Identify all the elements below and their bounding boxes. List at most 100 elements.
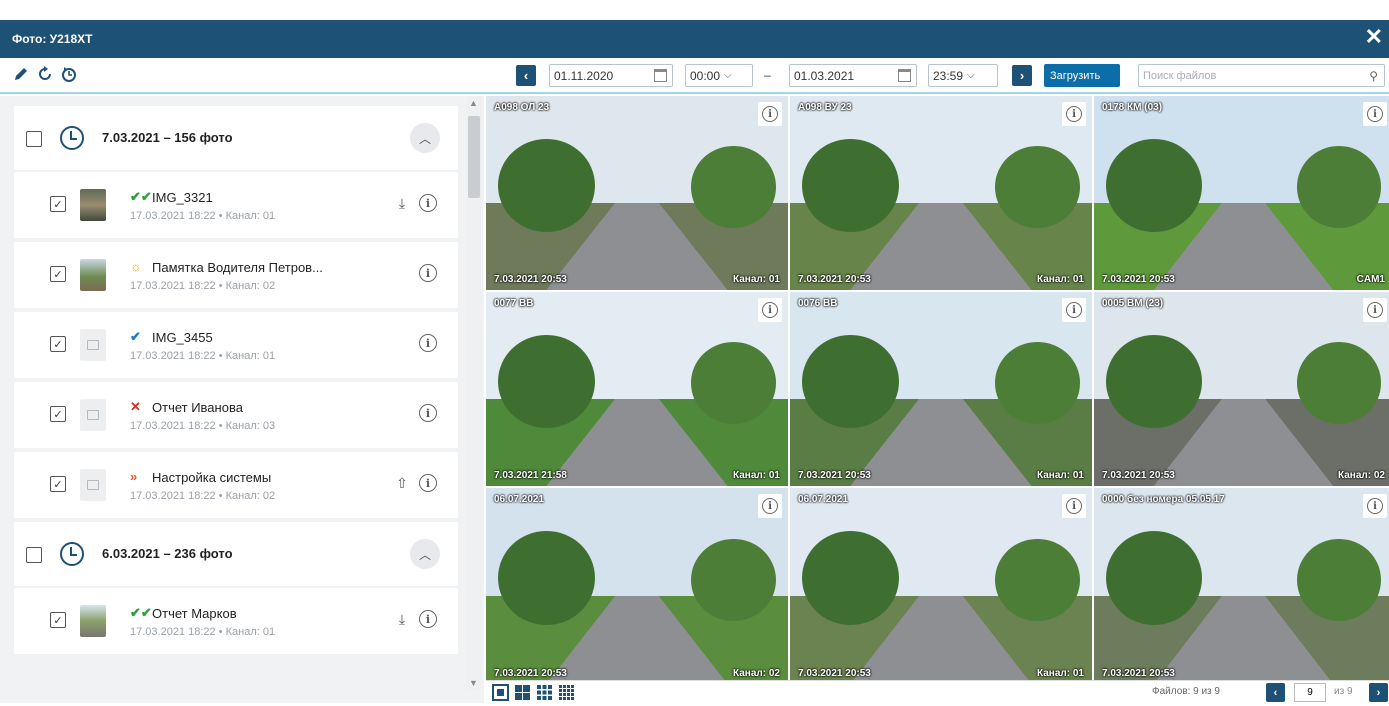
next-period-button[interactable]: › — [1012, 65, 1032, 86]
item-checkbox[interactable]: ✓ — [50, 406, 66, 422]
group-header: 7.03.2021 – 156 фото ︿ — [14, 106, 458, 170]
layout-3x3-icon[interactable] — [536, 684, 553, 701]
item-checkbox[interactable]: ✓ — [50, 196, 66, 212]
info-icon[interactable]: i — [418, 193, 438, 213]
file-meta: 17.03.2021 18:22 • Канал: 01 — [130, 210, 276, 222]
photo-trees — [995, 146, 1080, 228]
thumbnail-image[interactable] — [80, 259, 106, 291]
photo-plate-caption: 0005 ВМ (23) — [1102, 298, 1164, 309]
info-icon[interactable]: i — [418, 263, 438, 283]
forward-status-icon: » — [130, 469, 138, 484]
photo-tile[interactable]: 0005 ВМ (23) 7.03.2021 20:53 Канал: 02 i — [1094, 292, 1389, 486]
download-icon[interactable]: ⤓ — [392, 193, 412, 213]
prev-period-button[interactable]: ‹ — [516, 65, 536, 86]
file-name[interactable]: Настройка системы — [152, 470, 271, 485]
group-checkbox[interactable] — [26, 547, 42, 563]
calendar-icon[interactable] — [654, 69, 667, 82]
search-input[interactable]: Поиск файлов ⚲ — [1138, 64, 1385, 87]
item-checkbox[interactable]: ✓ — [50, 336, 66, 352]
info-icon[interactable]: i — [1363, 494, 1387, 518]
photo-trees — [691, 538, 776, 622]
layout-4x4-icon[interactable] — [558, 684, 575, 701]
photo-channel-caption: CAM1 — [1356, 274, 1385, 285]
photo-time-caption: 7.03.2021 21:58 — [494, 470, 567, 481]
photo-plate-caption: А098 ОЛ 23 — [494, 102, 550, 113]
info-icon[interactable]: i — [1363, 298, 1387, 322]
file-name[interactable]: IMG_3455 — [152, 330, 213, 345]
file-name[interactable]: IMG_3321 — [152, 190, 213, 205]
photo-trees — [498, 138, 595, 232]
photo-trees — [995, 538, 1080, 622]
group-checkbox[interactable] — [26, 131, 42, 147]
photo-plate-caption: 06.07.2021 — [494, 494, 545, 505]
time-from-select[interactable]: 00:00 ⌵ — [685, 64, 753, 87]
photo-trees — [498, 531, 595, 626]
thumbnail-image[interactable] — [80, 329, 106, 361]
search-icon[interactable]: ⚲ — [1369, 69, 1378, 83]
info-icon[interactable]: i — [758, 102, 782, 126]
info-icon[interactable]: i — [1062, 494, 1086, 518]
calendar-icon[interactable] — [898, 69, 911, 82]
next-page-button[interactable]: › — [1369, 683, 1388, 702]
photo-tile[interactable]: А098 ОЛ 23 7.03.2021 20:53 Канал: 01 i — [486, 96, 788, 290]
file-list-item[interactable]: ✓ ☼ Памятка Водителя Петров... 17.03.2021 1… — [14, 242, 458, 308]
photo-tile[interactable]: 06.07.2021 7.03.2021 20:53 Канал: 01 i — [790, 488, 1092, 684]
info-icon[interactable]: i — [1363, 102, 1387, 126]
file-list-item[interactable]: ✓ ✕ Отчет Иванова 17.03.2021 18:22 • Канал:… — [14, 382, 458, 448]
photo-time-caption: 7.03.2021 20:53 — [494, 668, 567, 679]
info-icon[interactable]: i — [1062, 298, 1086, 322]
close-icon[interactable]: ✕ — [1365, 26, 1383, 48]
rotate-icon[interactable] — [36, 65, 54, 83]
collapse-button[interactable]: ︿ — [410, 123, 440, 153]
time-to-value: 23:59 — [933, 68, 964, 83]
prev-page-button[interactable]: ‹ — [1266, 683, 1285, 702]
download-icon[interactable]: ⤓ — [392, 609, 412, 629]
thumbnail-image[interactable] — [80, 469, 106, 501]
file-list-scrollbar[interactable]: ▲ ▼ — [466, 96, 482, 690]
date-from-field[interactable]: 01.11.2020 — [549, 64, 673, 87]
layout-1x1-icon[interactable] — [492, 684, 509, 701]
thumbnail-image[interactable] — [80, 605, 106, 637]
file-list-item[interactable]: ✓ » Настройка системы 17.03.2021 18:22 • Ка… — [14, 452, 458, 518]
scroll-up-icon[interactable]: ▲ — [469, 98, 478, 108]
cloud-upload-icon[interactable]: ⇧ — [392, 473, 412, 493]
pencil-icon[interactable] — [12, 65, 30, 83]
info-icon[interactable]: i — [418, 473, 438, 493]
info-icon[interactable]: i — [418, 403, 438, 423]
thumbnail-image[interactable] — [80, 189, 106, 221]
time-to-select[interactable]: 23:59 ⌵ — [928, 64, 998, 87]
collapse-button[interactable]: ︿ — [410, 539, 440, 569]
file-list-item[interactable]: ✓ ✔✔ Отчет Марков 17.03.2021 18:22 • Канал:… — [14, 588, 458, 654]
chevron-down-icon: ⌵ — [967, 70, 975, 81]
file-list-item[interactable]: ✓ ✔✔ IMG_3321 17.03.2021 18:22 • Канал: 01 i… — [14, 172, 458, 238]
info-icon[interactable]: i — [418, 609, 438, 629]
info-icon[interactable]: i — [1062, 102, 1086, 126]
item-checkbox[interactable]: ✓ — [50, 266, 66, 282]
file-list-item[interactable]: ✓ ✔ IMG_3455 17.03.2021 18:22 • Канал: 01 i — [14, 312, 458, 378]
photo-tile[interactable]: А098 ВУ 23 7.03.2021 20:53 Канал: 01 i — [790, 96, 1092, 290]
item-checkbox[interactable]: ✓ — [50, 476, 66, 492]
upload-button[interactable]: Загрузить — [1044, 64, 1120, 87]
file-name[interactable]: Памятка Водителя Петров... — [152, 260, 323, 275]
info-icon[interactable]: i — [418, 333, 438, 353]
photo-trees — [1297, 146, 1382, 228]
item-checkbox[interactable]: ✓ — [50, 612, 66, 628]
scrollbar-thumb[interactable] — [468, 116, 480, 198]
photo-tile[interactable]: 0178 КМ (03) 7.03.2021 20:53 CAM1 i — [1094, 96, 1389, 290]
photo-tile[interactable]: 06.07.2021 7.03.2021 20:53 Канал: 02 i — [486, 488, 788, 684]
scroll-down-icon[interactable]: ▼ — [469, 678, 478, 688]
photo-plate-caption: 06.07.2021 — [798, 494, 849, 505]
date-to-field[interactable]: 01.03.2021 — [789, 64, 917, 87]
photo-tile[interactable]: 0000 без номера 05.05.17 7.03.2021 20:53 i — [1094, 488, 1389, 684]
info-icon[interactable]: i — [758, 298, 782, 322]
layout-2x2-icon[interactable] — [514, 684, 531, 701]
file-name[interactable]: Отчет Иванова — [152, 400, 243, 415]
page-number-input[interactable]: 9 — [1294, 683, 1326, 702]
info-icon[interactable]: i — [758, 494, 782, 518]
photo-tile[interactable]: 0077 ВВ 7.03.2021 21:58 Канал: 01 i — [486, 292, 788, 486]
photo-tile[interactable]: 0076 ВВ 7.03.2021 20:53 Канал: 01 i — [790, 292, 1092, 486]
group-header: 6.03.2021 – 236 фото ︿ — [14, 522, 458, 586]
file-name[interactable]: Отчет Марков — [152, 606, 237, 621]
history-icon[interactable] — [60, 65, 78, 83]
thumbnail-image[interactable] — [80, 399, 106, 431]
